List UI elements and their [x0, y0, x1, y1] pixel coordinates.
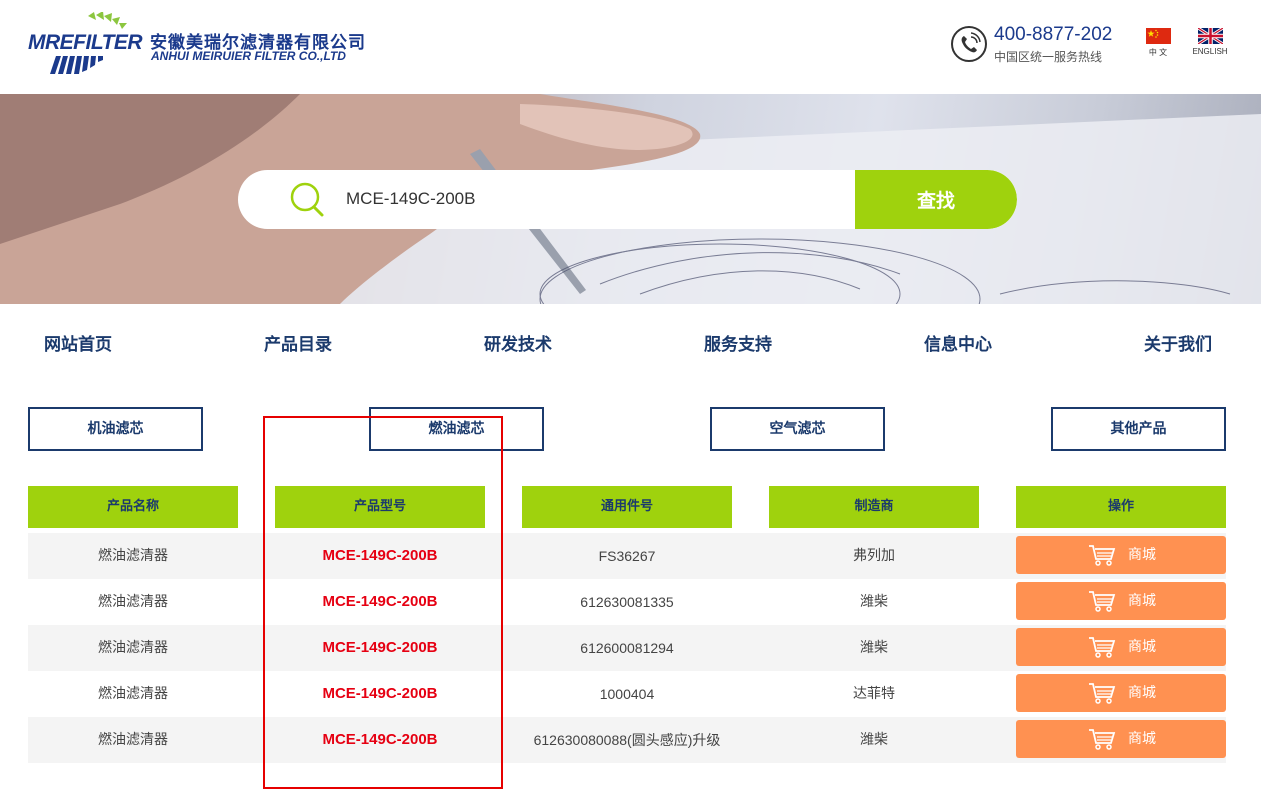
- nav-item-rnd[interactable]: 研发技术: [484, 330, 552, 355]
- language-english[interactable]: ENGLISH: [1190, 28, 1230, 62]
- table-row: 燃油滤清器 MCE-149C-200B 612630081335 潍柴 商城: [28, 579, 1226, 625]
- hotline-number: 400-8877-202: [994, 24, 1113, 45]
- logo-wordmark: MREFILTER: [28, 31, 143, 54]
- company-name-en: ANHUI MEIRUIER FILTER CO.,LTD: [151, 49, 346, 63]
- hero-banner: 查找: [0, 94, 1261, 304]
- cell-manufacturer: 潍柴: [860, 594, 888, 610]
- table-row: 燃油滤清器 MCE-149C-200B 612600081294 潍柴 商城: [28, 625, 1226, 671]
- cell-product-model: MCE-149C-200B: [322, 639, 438, 656]
- column-header-model: 产品型号: [275, 486, 485, 528]
- shop-button-label: 商城: [1128, 731, 1156, 747]
- search-button[interactable]: 查找: [855, 170, 1017, 229]
- nav-item-news[interactable]: 信息中心: [924, 330, 992, 355]
- column-header-maker: 制造商: [769, 486, 979, 528]
- tab-fuel-filter[interactable]: 燃油滤芯: [369, 407, 544, 451]
- shop-button-label: 商城: [1128, 685, 1156, 701]
- cell-common-part-no: 612630081335: [580, 594, 674, 610]
- cell-product-name: 燃油滤清器: [98, 732, 168, 748]
- language-chinese[interactable]: 中 文: [1138, 28, 1178, 62]
- nav-item-service[interactable]: 服务支持: [704, 330, 772, 355]
- uk-flag-icon: [1197, 28, 1223, 44]
- search-bar: 查找: [238, 170, 1017, 229]
- cell-product-name: 燃油滤清器: [98, 640, 168, 656]
- table-row: 燃油滤清器 MCE-149C-200B 612630080088(圆头感应)升级…: [28, 717, 1226, 763]
- shopping-cart-icon: [1089, 545, 1116, 566]
- cell-product-name: 燃油滤清器: [98, 594, 168, 610]
- cell-common-part-no: 1000404: [599, 686, 655, 702]
- column-header-name: 产品名称: [28, 486, 238, 528]
- site-header: MREFILTER 安徽美瑞尔滤清器有限公司 ANHUI MEIRUIER FI…: [0, 0, 1261, 94]
- cell-manufacturer: 潍柴: [860, 640, 888, 656]
- cell-product-name: 燃油滤清器: [98, 686, 168, 702]
- shop-button-label: 商城: [1128, 639, 1156, 655]
- main-nav: 网站首页 产品目录 研发技术 服务支持 信息中心 关于我们: [0, 324, 1261, 364]
- cell-manufacturer: 潍柴: [860, 732, 888, 748]
- cell-product-name: 燃油滤清器: [98, 548, 168, 564]
- cell-common-part-no: FS36267: [598, 548, 656, 564]
- nav-item-home[interactable]: 网站首页: [44, 330, 112, 355]
- service-hotline: 400-8877-202 中国区统一服务热线: [951, 24, 1121, 70]
- hotline-caption: 中国区统一服务热线: [994, 50, 1103, 64]
- tab-other-products[interactable]: 其他产品: [1051, 407, 1226, 451]
- cell-product-model: MCE-149C-200B: [322, 685, 438, 702]
- company-logo[interactable]: MREFILTER 安徽美瑞尔滤清器有限公司 ANHUI MEIRUIER FI…: [28, 12, 378, 76]
- search-input[interactable]: [338, 182, 838, 216]
- shop-button-label: 商城: [1128, 593, 1156, 609]
- cell-common-part-no: 612630080088(圆头感应)升级: [533, 732, 721, 748]
- shop-button[interactable]: 商城: [1016, 628, 1226, 666]
- table-row: 燃油滤清器 MCE-149C-200B 1000404 达菲特 商城: [28, 671, 1226, 717]
- cell-manufacturer: 达菲特: [853, 686, 895, 702]
- tab-oil-filter[interactable]: 机油滤芯: [28, 407, 203, 451]
- cell-product-model: MCE-149C-200B: [322, 547, 438, 564]
- shopping-cart-icon: [1089, 637, 1116, 658]
- cell-manufacturer: 弗列加: [853, 548, 895, 564]
- search-icon: [290, 182, 324, 217]
- nav-item-products[interactable]: 产品目录: [264, 330, 332, 355]
- shopping-cart-icon: [1089, 729, 1116, 750]
- phone-icon: [951, 26, 987, 62]
- shopping-cart-icon: [1089, 683, 1116, 704]
- cell-common-part-no: 612600081294: [580, 640, 674, 656]
- shop-button[interactable]: 商城: [1016, 720, 1226, 758]
- shop-button[interactable]: 商城: [1016, 582, 1226, 620]
- tab-air-filter[interactable]: 空气滤芯: [710, 407, 885, 451]
- column-header-common-no: 通用件号: [522, 486, 732, 528]
- shop-button[interactable]: 商城: [1016, 674, 1226, 712]
- shop-button-label: 商城: [1128, 547, 1156, 563]
- column-header-action: 操作: [1016, 486, 1226, 528]
- language-label-en: ENGLISH: [1192, 47, 1228, 56]
- nav-item-about[interactable]: 关于我们: [1144, 330, 1212, 355]
- cell-product-model: MCE-149C-200B: [322, 731, 438, 748]
- shopping-cart-icon: [1089, 591, 1116, 612]
- table-row: 燃油滤清器 MCE-149C-200B FS36267 弗列加 商城: [28, 533, 1226, 579]
- china-flag-icon: [1145, 28, 1171, 44]
- shop-button[interactable]: 商城: [1016, 536, 1226, 574]
- language-label-cn: 中 文: [1148, 48, 1168, 57]
- cell-product-model: MCE-149C-200B: [322, 593, 438, 610]
